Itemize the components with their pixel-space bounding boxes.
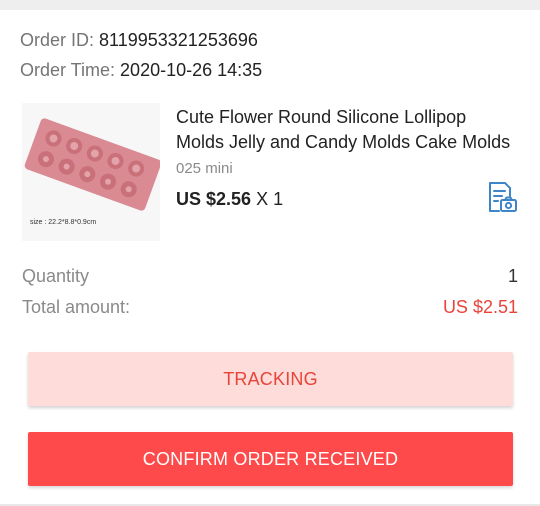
- order-time-row: Order Time: 2020-10-26 14:35: [20, 60, 262, 81]
- product-quantity: X 1: [256, 189, 284, 209]
- product-variant: 025 mini: [176, 160, 233, 177]
- total-amount-label: Total amount:: [22, 297, 131, 317]
- order-time-label: Order Time:: [20, 60, 116, 80]
- product-image[interactable]: size : 22.2*8.8*0.9cm: [22, 103, 160, 241]
- product-title[interactable]: Cute Flower Round Silicone Lollipop Mold…: [176, 105, 516, 155]
- order-id-label: Order ID:: [20, 30, 95, 50]
- product-image-caption: size : 22.2*8.8*0.9cm: [30, 219, 96, 226]
- order-time-value: 2020-10-26 14:35: [120, 60, 263, 80]
- order-id-row: Order ID: 8119953321253696: [20, 30, 258, 51]
- product-price: US $2.56: [176, 189, 252, 209]
- quantity-value: 1: [507, 266, 518, 286]
- total-amount-row: Total amount: US $2.51: [22, 297, 518, 318]
- quantity-label: Quantity: [22, 266, 90, 286]
- tracking-button[interactable]: TRACKING: [28, 352, 513, 406]
- price-line: US $2.56 X 1: [176, 189, 283, 210]
- receipt-photo-icon[interactable]: [484, 180, 518, 214]
- quantity-row: Quantity 1: [22, 266, 518, 287]
- order-id-value: 8119953321253696: [99, 30, 258, 50]
- confirm-order-received-button[interactable]: CONFIRM ORDER RECEIVED: [28, 432, 513, 486]
- top-divider: [0, 0, 540, 10]
- total-amount-value: US $2.51: [442, 297, 518, 317]
